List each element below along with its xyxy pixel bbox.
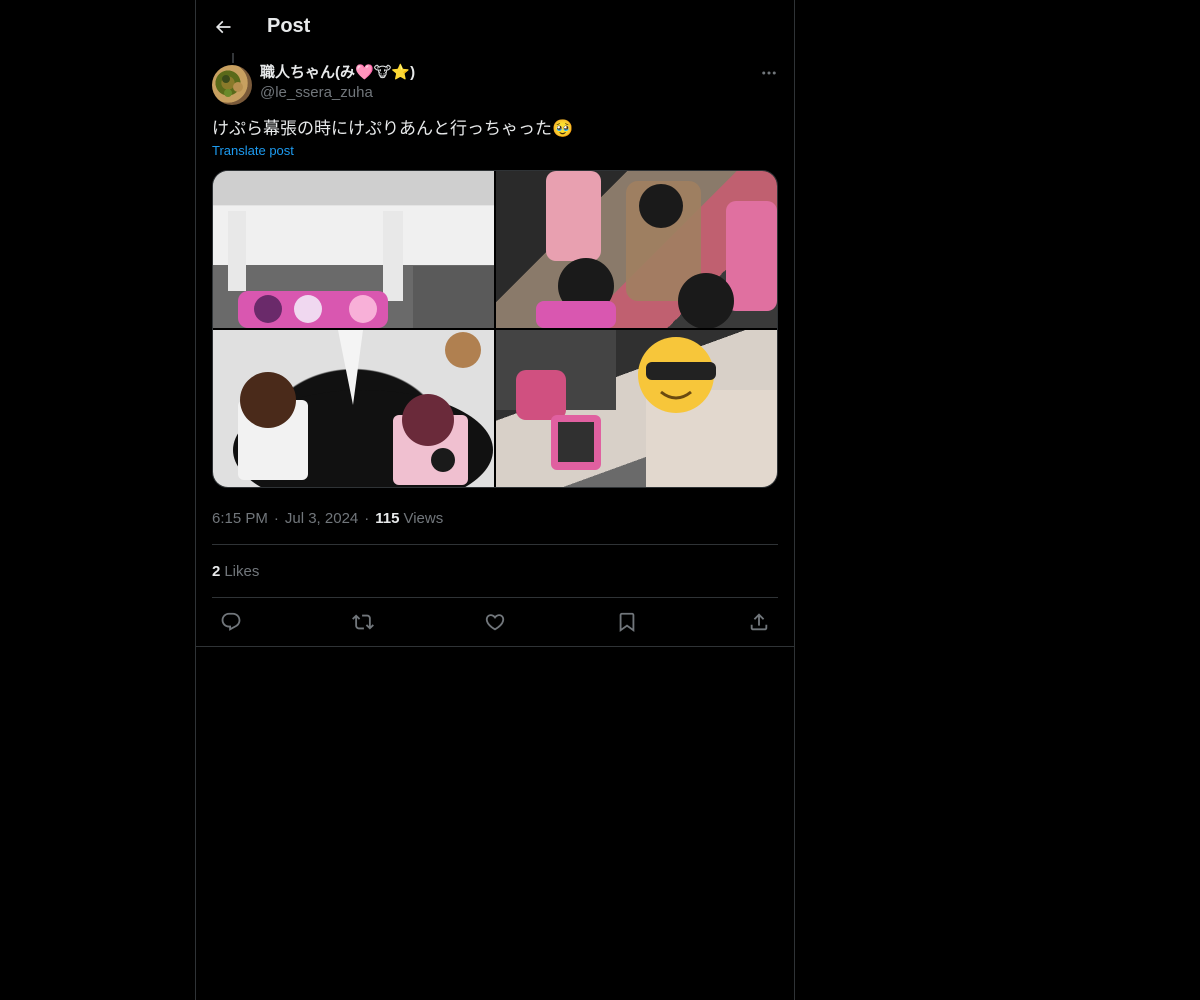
likes-count: 2 <box>212 562 221 580</box>
photo-4[interactable] <box>496 330 777 487</box>
photo-1-image <box>213 171 494 328</box>
avatar[interactable] <box>212 65 252 105</box>
repost-icon <box>352 614 374 630</box>
post-bottom-border <box>196 646 794 647</box>
more-icon <box>762 71 776 75</box>
bookmark-icon <box>619 612 635 633</box>
author-handle[interactable]: @le_ssera_zuha <box>260 83 415 103</box>
post-text: けぷら幕張の時にけぷりあんと行っちゃった🥹 <box>212 119 574 138</box>
views-label: Views <box>403 509 444 527</box>
meta-separator: · <box>273 509 279 527</box>
photo-2-image <box>536 171 777 328</box>
photo-2[interactable] <box>496 171 777 328</box>
share-icon <box>750 613 768 631</box>
post-meta: 6:15 PM · Jul 3, 2024 · 115 Views <box>212 508 778 528</box>
likes-label: Likes <box>224 562 260 580</box>
author-row: 職人ちゃん(み🩷🐮⭐) @le_ssera_zuha <box>212 53 778 105</box>
like-button[interactable] <box>480 607 510 637</box>
heart-icon <box>485 614 505 631</box>
photo-3[interactable] <box>213 330 494 487</box>
reply-button[interactable] <box>216 607 246 637</box>
repost-button[interactable] <box>348 607 378 637</box>
likes-line[interactable]: 2 Likes <box>212 545 778 597</box>
photo-3-image <box>233 330 493 487</box>
avatar-image <box>222 75 243 97</box>
meta-separator: · <box>364 509 370 527</box>
post-date[interactable]: Jul 3, 2024 <box>285 510 358 527</box>
post: 職人ちゃん(み🩷🐮⭐) @le_ssera_zuha けぷら幕張の時にけぷりあん… <box>196 53 794 647</box>
photo-4-image <box>496 330 777 487</box>
media-grid <box>212 170 778 488</box>
back-button[interactable] <box>205 9 241 45</box>
more-button[interactable] <box>752 56 786 90</box>
action-bar <box>212 598 778 646</box>
translate-post-link[interactable]: Translate post <box>212 143 294 158</box>
photo-1[interactable] <box>213 171 494 328</box>
thread-line <box>232 53 234 63</box>
author-meta: 職人ちゃん(み🩷🐮⭐) @le_ssera_zuha <box>260 63 415 103</box>
bookmark-button[interactable] <box>612 607 642 637</box>
post-column: Post 職人ちゃん(み🩷🐮⭐) @le_ssera_zuha けぷら幕張の時に… <box>195 0 795 1000</box>
page-header: Post <box>196 0 794 53</box>
views-count: 115 <box>375 509 400 527</box>
back-arrow-icon <box>215 20 231 33</box>
post-time[interactable]: 6:15 PM <box>212 510 268 527</box>
share-button[interactable] <box>744 607 774 637</box>
reply-icon <box>221 612 241 631</box>
page-title: Post <box>267 15 311 37</box>
author-name[interactable]: 職人ちゃん(み🩷🐮⭐) <box>260 63 415 83</box>
